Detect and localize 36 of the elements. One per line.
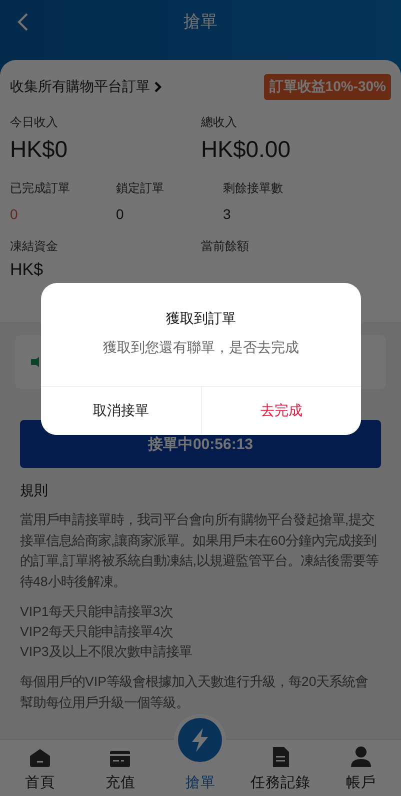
- orders-link[interactable]: 收集所有購物平台訂單: [10, 78, 162, 96]
- stat-label: 凍結資金: [10, 238, 59, 254]
- home-icon: [29, 748, 52, 768]
- stat-value: 0: [116, 205, 125, 224]
- page-title: 搶單: [184, 11, 218, 33]
- confirm-button[interactable]: 去完成: [201, 387, 361, 435]
- nav-tab[interactable]: 充值: [80, 740, 160, 796]
- speaker-icon: [31, 356, 39, 368]
- profit-badge: 訂單收益10%-30%: [264, 74, 391, 100]
- card-icon: [109, 750, 132, 768]
- vip-rule: VIP1每天只能申請接單3次: [20, 603, 174, 621]
- stat-label: 今日收入: [10, 114, 59, 130]
- nav-tab[interactable]: 任務記錄: [240, 740, 321, 796]
- stat-value: 3: [223, 205, 232, 224]
- stat-label: 總收入: [201, 114, 238, 130]
- rules-heading: 規則: [20, 481, 49, 500]
- stat-value: HK$0.00: [201, 135, 292, 164]
- vip-rule: VIP3及以上不限次數申請接單: [20, 643, 193, 661]
- stat-label: 已完成訂單: [10, 180, 71, 196]
- stat-label: 當前餘額: [201, 238, 250, 254]
- stat-value: HK$: [10, 259, 44, 281]
- vip-rule: VIP2每天只能申請接單4次: [20, 623, 174, 641]
- stat-label: 剩餘接單數: [223, 180, 284, 196]
- rules-paragraph: 當用戶申請接單時，我司平台會向所有購物平台發起搶單,提交接單信息給商家,讓商家派單。如果用戶未在60分鐘內完成接到的訂單,訂單將被系統自動凍結,以規避監管平台。凍結後需要等待48小時後解凍。: [20, 511, 379, 590]
- stat-value: HK$0: [10, 135, 69, 164]
- dialog-message: 獲取到您還有聯單，是否去完成: [102, 338, 300, 357]
- nav-tab[interactable]: 帳戶: [320, 740, 401, 796]
- dialog-title: 獲取到訂單: [165, 309, 237, 328]
- nav-tab[interactable]: 首頁: [0, 740, 80, 796]
- chevron-icon: [154, 81, 162, 93]
- stat-value: 0: [10, 205, 19, 224]
- back-icon[interactable]: [16, 12, 30, 32]
- document-icon: [272, 746, 290, 768]
- rules-paragraph: 每個用戶的VIP等級會根據加入天數進行升級，每20天系統會幫助每位用戶升級一個等級。: [20, 673, 370, 712]
- person-icon: [350, 746, 372, 768]
- stat-label: 鎖定訂單: [116, 180, 165, 196]
